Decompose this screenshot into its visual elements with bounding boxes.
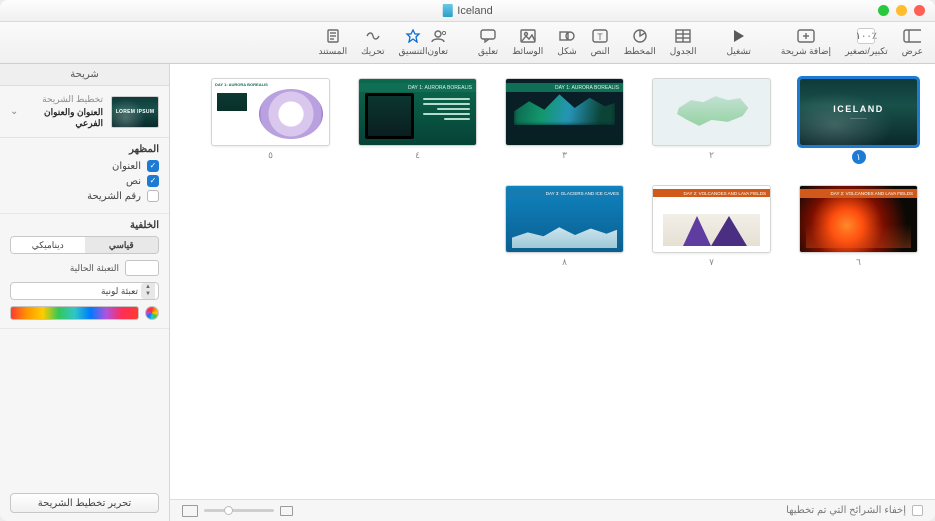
toolbar-insert-group: الجدول المخطط T النص شكل الوسائط تعليق bbox=[478, 28, 696, 57]
checkbox-checked-icon[interactable]: ✓ bbox=[147, 175, 159, 187]
slide-thumb[interactable]: DAY 2: VOLCANOES AND LAVA FIELDS ٧ bbox=[653, 186, 770, 268]
fill-type-select[interactable]: ▲▼ تعبئة لونية bbox=[10, 282, 159, 300]
slide-2[interactable] bbox=[653, 79, 770, 145]
document-title: Iceland bbox=[457, 5, 492, 17]
current-fill-row: التعبئة الحالية bbox=[10, 260, 159, 276]
slide-thumb[interactable]: DAY 1: AURORA BOREALIS ٥ bbox=[212, 79, 329, 164]
checkbox-checked-icon[interactable]: ✓ bbox=[147, 160, 159, 172]
toolbar-inspector-group: التنسيق تحريك المستند bbox=[319, 28, 428, 57]
chevron-down-icon: ⌄ bbox=[10, 106, 18, 117]
slide-thumb[interactable]: DAY 3: GLACIERS AND ICE CAVES ٨ bbox=[506, 186, 623, 268]
background-section: الخلفية قياسي ديناميكي التعبئة الحالية ▲… bbox=[0, 214, 169, 329]
background-standard[interactable]: قياسي bbox=[85, 237, 159, 253]
slide-7[interactable]: DAY 2: VOLCANOES AND LAVA FIELDS bbox=[653, 186, 770, 252]
thumbnails-large-icon[interactable] bbox=[182, 505, 198, 517]
slide-8[interactable]: DAY 3: GLACIERS AND ICE CAVES bbox=[506, 186, 623, 252]
hue-slider[interactable] bbox=[10, 306, 139, 320]
toolbar-right-group: عرض ٪١٠٠ تكبير/تصغير إضافة شريحة bbox=[781, 28, 923, 57]
slide-1[interactable]: ICELAND ────── bbox=[800, 79, 917, 145]
body-checkbox-row[interactable]: ✓ نص bbox=[10, 175, 159, 187]
text-button[interactable]: T النص bbox=[591, 28, 610, 57]
slide-thumb[interactable]: ICELAND ────── ١ bbox=[800, 79, 917, 164]
thumbnail-size-slider[interactable] bbox=[204, 509, 274, 512]
slide-4[interactable]: DAY 1: AURORA BOREALIS bbox=[359, 79, 476, 145]
table-button[interactable]: الجدول bbox=[670, 28, 697, 57]
slide-thumb[interactable]: DAY 1: AURORA BOREALIS ٤ bbox=[359, 79, 476, 164]
document-title-area: Iceland bbox=[442, 4, 492, 17]
view-label: عرض bbox=[902, 46, 923, 57]
zoom-window-button[interactable] bbox=[878, 5, 889, 16]
doc-icon bbox=[442, 4, 452, 17]
slide-5[interactable]: DAY 1: AURORA BOREALIS bbox=[212, 79, 329, 145]
add-slide-button[interactable]: إضافة شريحة bbox=[781, 28, 831, 57]
edit-slide-layout-button[interactable]: تحرير تخطيط الشريحة bbox=[10, 493, 159, 513]
comment-button[interactable]: تعليق bbox=[478, 28, 498, 57]
close-window-button[interactable] bbox=[914, 5, 925, 16]
slide-6[interactable]: DAY 2: VOLCANOES AND LAVA FIELDS bbox=[800, 186, 917, 252]
thumbnails-small-icon[interactable] bbox=[280, 506, 293, 516]
slide-layout-chooser[interactable]: LOREM IPSUM تخطيط الشريحة العنوان والعنو… bbox=[0, 86, 169, 138]
zoom-label-text: تكبير/تصغير bbox=[845, 46, 888, 57]
map-icon bbox=[671, 92, 753, 132]
checkbox-unchecked-icon[interactable]: ✓ bbox=[147, 190, 159, 202]
canvas-footer: إخفاء الشرائح التي تم تخطيها bbox=[170, 499, 935, 521]
footer-zoom-controls bbox=[182, 505, 293, 517]
format-inspector: شريحة LOREM IPSUM تخطيط الشريحة العنوان … bbox=[0, 64, 170, 521]
window-controls bbox=[878, 5, 925, 16]
zoom-menu-button[interactable]: ٪١٠٠ تكبير/تصغير bbox=[845, 28, 888, 57]
title-bar: Iceland bbox=[0, 0, 935, 22]
format-button[interactable]: التنسيق bbox=[399, 28, 428, 57]
play-button[interactable]: تشغيل bbox=[726, 28, 750, 57]
hide-skipped-row[interactable]: إخفاء الشرائح التي تم تخطيها bbox=[786, 505, 923, 516]
toolbar: عرض ٪١٠٠ تكبير/تصغير إضافة شريحة تشغيل ا… bbox=[0, 22, 935, 64]
color-wheel-icon[interactable] bbox=[145, 306, 159, 320]
minimize-window-button[interactable] bbox=[896, 5, 907, 16]
animate-button[interactable]: تحريك bbox=[361, 28, 384, 57]
svg-text:T: T bbox=[597, 32, 603, 42]
hide-skipped-checkbox[interactable] bbox=[912, 505, 923, 516]
zoom-value: ٪١٠٠ bbox=[857, 28, 875, 44]
color-picker-row bbox=[10, 306, 159, 320]
current-fill-swatch[interactable] bbox=[125, 260, 159, 276]
layout-thumbnail: LOREM IPSUM bbox=[111, 96, 159, 128]
light-table[interactable]: ICELAND ────── ١ ٢ DAY 1: AURORA BOREALI… bbox=[170, 64, 935, 499]
view-menu-button[interactable]: عرض bbox=[902, 28, 923, 57]
collaborate-button[interactable]: تعاون bbox=[427, 28, 448, 57]
media-button[interactable]: الوسائط bbox=[512, 28, 543, 57]
light-table-area: ICELAND ────── ١ ٢ DAY 1: AURORA BOREALI… bbox=[170, 64, 935, 521]
slide-3[interactable]: DAY 1: AURORA BOREALIS bbox=[506, 79, 623, 145]
background-mode-segmented[interactable]: قياسي ديناميكي bbox=[10, 236, 159, 254]
slidenumber-checkbox-row[interactable]: ✓ رقم الشريحة bbox=[10, 190, 159, 202]
document-button[interactable]: المستند bbox=[319, 28, 348, 57]
title-checkbox-row[interactable]: ✓ العنوان bbox=[10, 160, 159, 172]
slide-thumb[interactable]: ٢ bbox=[653, 79, 770, 164]
shape-button[interactable]: شكل bbox=[557, 28, 576, 57]
background-dynamic[interactable]: ديناميكي bbox=[11, 237, 85, 253]
inspector-tab-slide[interactable]: شريحة bbox=[0, 64, 169, 86]
slide-thumb[interactable]: DAY 2: VOLCANOES AND LAVA FIELDS ٦ bbox=[800, 186, 917, 268]
play-label: تشغيل bbox=[726, 46, 750, 57]
magnetosphere-icon bbox=[259, 89, 323, 139]
chart-button[interactable]: المخطط bbox=[624, 28, 656, 57]
slide-thumb[interactable]: DAY 1: AURORA BOREALIS ٣ bbox=[506, 79, 623, 164]
play-icon bbox=[734, 30, 744, 42]
app-window: Iceland عرض ٪١٠٠ تكبير/تصغير إضافة شريحة bbox=[0, 0, 935, 521]
add-slide-label: إضافة شريحة bbox=[781, 46, 831, 57]
slide-number: ١ bbox=[852, 150, 866, 164]
main-area: ICELAND ────── ١ ٢ DAY 1: AURORA BOREALI… bbox=[0, 64, 935, 521]
appearance-section: المظهر ✓ العنوان ✓ نص ✓ رقم الشريحة bbox=[0, 138, 169, 214]
